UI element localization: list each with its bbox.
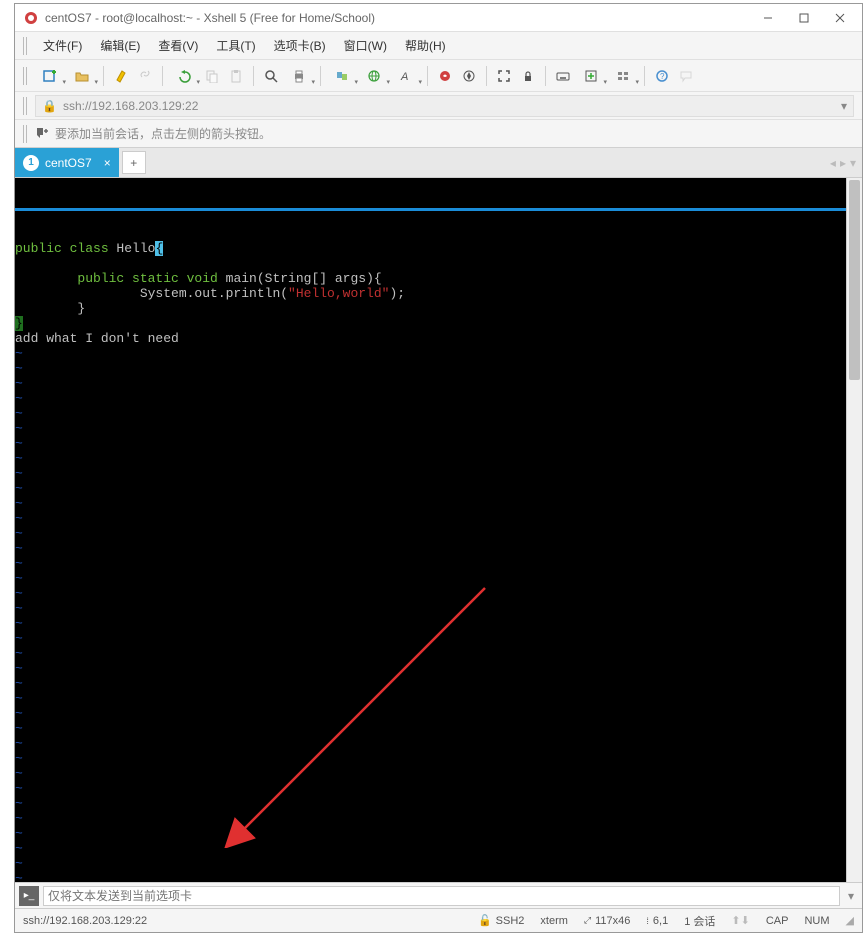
- add-button[interactable]: ▾: [576, 65, 606, 87]
- lock-button[interactable]: [517, 65, 539, 87]
- globe-button[interactable]: ▾: [359, 65, 389, 87]
- menu-edit[interactable]: 编辑(E): [92, 33, 148, 58]
- new-tab-button[interactable]: +: [122, 151, 146, 174]
- dropdown-icon[interactable]: ▾: [841, 99, 847, 113]
- grip-icon: [23, 37, 29, 55]
- tab-next-icon[interactable]: ▸: [840, 156, 846, 170]
- send-dropdown-icon[interactable]: ▾: [844, 889, 858, 903]
- scrollbar-thumb[interactable]: [849, 180, 860, 380]
- new-session-button[interactable]: ▾: [35, 65, 65, 87]
- compass-button[interactable]: [458, 65, 480, 87]
- tab-prev-icon[interactable]: ◂: [830, 156, 836, 170]
- font-button[interactable]: A▾: [391, 65, 421, 87]
- refresh-button[interactable]: ▾: [169, 65, 199, 87]
- lock-icon: 🔒: [42, 99, 57, 113]
- status-term: xterm: [540, 915, 568, 927]
- status-ssh: SSH2: [496, 915, 525, 927]
- tab-bar: 1 centOS7 × + ◂ ▸ ▾: [15, 148, 862, 178]
- tab-label: centOS7: [45, 156, 92, 170]
- status-bar: ssh://192.168.203.129:22 🔓SSH2 xterm ⤢ 1…: [15, 908, 862, 932]
- tab-list-icon[interactable]: ▾: [850, 156, 856, 170]
- menu-help[interactable]: 帮助(H): [397, 33, 454, 58]
- grip-icon: [23, 67, 29, 85]
- address-text: ssh://192.168.203.129:22: [63, 99, 198, 113]
- terminal[interactable]: public class Hello{ public static void m…: [15, 178, 846, 882]
- info-text: 要添加当前会话，点击左侧的箭头按钮。: [55, 125, 271, 142]
- window-title: centOS7 - root@localhost:~ - Xshell 5 (F…: [45, 11, 750, 25]
- highlight-button[interactable]: [110, 65, 132, 87]
- help-button[interactable]: ?: [651, 65, 673, 87]
- fullscreen-button[interactable]: [493, 65, 515, 87]
- print-button[interactable]: ▾: [284, 65, 314, 87]
- address-field[interactable]: 🔒 ssh://192.168.203.129:22 ▾: [35, 95, 854, 117]
- menu-tabs[interactable]: 选项卡(B): [266, 33, 334, 58]
- terminal-content: public class Hello{ public static void m…: [15, 241, 846, 882]
- address-bar: 🔒 ssh://192.168.203.129:22 ▾: [15, 92, 862, 120]
- link-button[interactable]: [134, 65, 156, 87]
- open-session-button[interactable]: ▾: [67, 65, 97, 87]
- grip-icon: [23, 97, 29, 115]
- updown-icon: ⬆⬇: [731, 914, 749, 927]
- resize-grip-icon[interactable]: ◢: [846, 914, 854, 927]
- tab-close-icon[interactable]: ×: [104, 156, 111, 170]
- minimize-button[interactable]: [750, 5, 786, 31]
- menu-window[interactable]: 窗口(W): [336, 33, 395, 58]
- maximize-button[interactable]: [786, 5, 822, 31]
- status-cursor: 6,1: [653, 915, 668, 927]
- search-button[interactable]: [260, 65, 282, 87]
- transfer-button[interactable]: ▾: [327, 65, 357, 87]
- vertical-scrollbar[interactable]: [846, 178, 862, 882]
- paste-button[interactable]: [225, 65, 247, 87]
- svg-text:A: A: [400, 71, 408, 83]
- bird-button[interactable]: [434, 65, 456, 87]
- svg-text:?: ?: [660, 72, 665, 81]
- toolbar: ▾ ▾ ▾ ▾ ▾ ▾ A▾ ▾ ▾ ?: [15, 60, 862, 92]
- lock-icon: 🔓: [478, 914, 492, 927]
- menu-tools[interactable]: 工具(T): [208, 33, 263, 58]
- copy-button[interactable]: [201, 65, 223, 87]
- menu-view[interactable]: 查看(V): [150, 33, 206, 58]
- status-size: 117x46: [595, 915, 630, 927]
- keyboard-button[interactable]: [552, 65, 574, 87]
- status-url: ssh://192.168.203.129:22: [23, 915, 147, 927]
- send-bar: ▸_ ▾: [15, 882, 862, 908]
- tab-centos7[interactable]: 1 centOS7 ×: [15, 148, 119, 177]
- status-num: NUM: [804, 915, 829, 927]
- app-icon: [23, 10, 39, 26]
- tab-badge: 1: [23, 155, 39, 171]
- close-button[interactable]: [822, 5, 858, 31]
- info-bar: 要添加当前会话，点击左侧的箭头按钮。: [15, 120, 862, 148]
- send-target-icon[interactable]: ▸_: [19, 886, 39, 906]
- grip-icon: [23, 125, 29, 143]
- chat-button[interactable]: [675, 65, 697, 87]
- layout-button[interactable]: ▾: [608, 65, 638, 87]
- menu-file[interactable]: 文件(F): [35, 33, 90, 58]
- menu-bar: 文件(F) 编辑(E) 查看(V) 工具(T) 选项卡(B) 窗口(W) 帮助(…: [15, 32, 862, 60]
- send-input[interactable]: [43, 886, 840, 906]
- status-cap: CAP: [766, 915, 789, 927]
- add-session-icon[interactable]: [35, 125, 49, 142]
- status-session: 1 会话: [684, 913, 715, 929]
